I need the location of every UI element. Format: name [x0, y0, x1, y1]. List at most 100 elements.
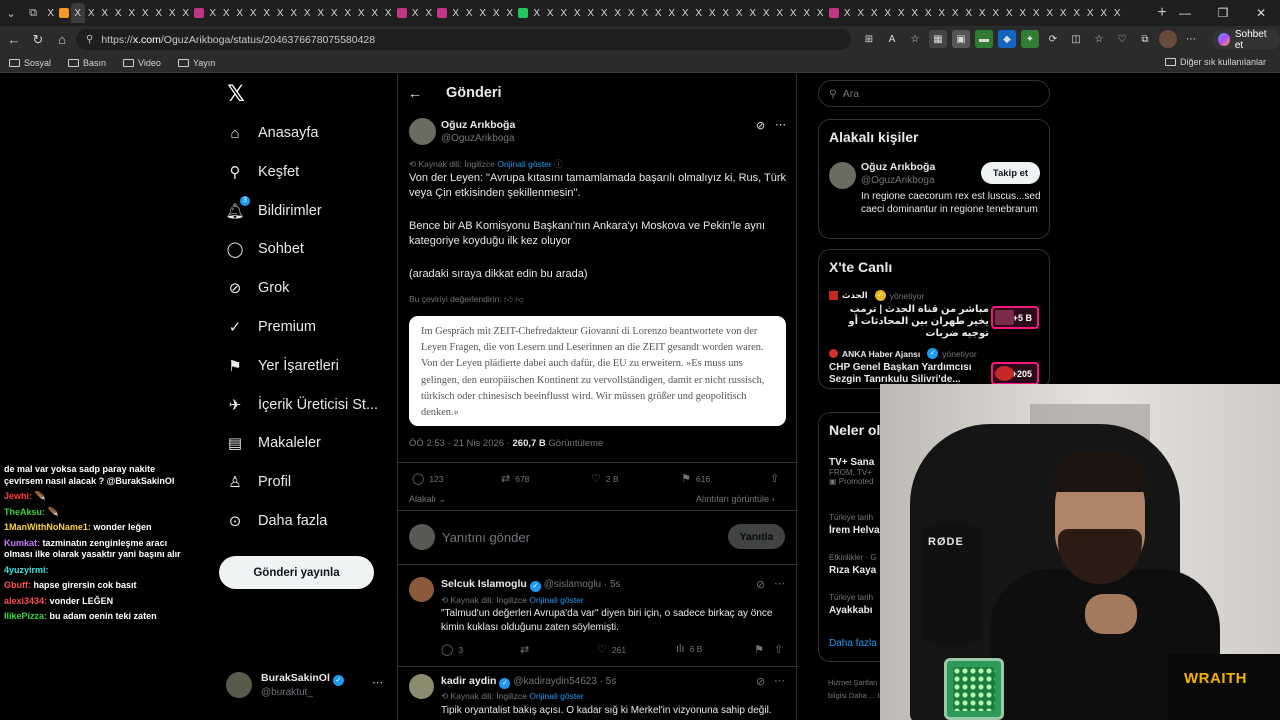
trend-item[interactable]: Türkiye tarih İrem Helva [829, 513, 880, 536]
show-original-link[interactable]: Orijinali göster [529, 691, 583, 701]
views-button[interactable]: ılı 6 B [676, 643, 702, 655]
browser-tab[interactable]: X [611, 3, 625, 23]
browser-tab[interactable]: X [409, 3, 423, 23]
browser-tab[interactable]: X [85, 3, 99, 23]
post-button[interactable]: Gönderi yayınla [219, 556, 374, 589]
browser-tab[interactable]: X [1097, 3, 1111, 23]
trend-item[interactable]: TV+ Sana FROM, TV+ ▣ Promoted [829, 457, 874, 486]
grok-icon[interactable]: ⊘ [756, 578, 765, 591]
browser-tab[interactable]: X [1030, 3, 1044, 23]
reply-author-name[interactable]: kadir aydin [441, 675, 496, 687]
app-available-icon[interactable]: ⊞ [860, 30, 878, 48]
nav-item[interactable]: 🔔︎ 3 Bildirimler [225, 195, 322, 225]
reply-avatar[interactable] [409, 674, 434, 699]
browser-tab[interactable]: X [125, 3, 139, 23]
grok-icon[interactable]: ⊘ [756, 675, 765, 688]
browser-tab[interactable]: X [260, 3, 274, 23]
author-avatar[interactable] [409, 118, 436, 145]
info-icon[interactable]: ⓘ [554, 159, 563, 169]
browser-tab[interactable]: X [44, 3, 58, 23]
nav-item[interactable]: ⊙ Daha fazla [226, 507, 328, 535]
trend-item[interactable]: Türkiye tarih Ayakkabı [829, 593, 873, 616]
browser-tab[interactable]: X [274, 3, 288, 23]
favorite-star-icon[interactable]: ☆ [906, 30, 924, 48]
browser-tab[interactable]: X [355, 3, 369, 23]
browser-tab[interactable]: X [166, 3, 180, 23]
bookmark-folder[interactable]: Yayın [177, 58, 215, 68]
view-quotes-link[interactable]: Alıntıları görüntüle › [696, 494, 775, 504]
restore-button[interactable]: ❐ [1204, 0, 1242, 26]
browser-tab[interactable]: X [962, 3, 976, 23]
browser-tab[interactable]: X [368, 3, 382, 23]
browser-tab[interactable]: X [719, 3, 733, 23]
browser-tab[interactable]: X [544, 3, 558, 23]
reply-button[interactable]: ◯ 123 [412, 472, 444, 485]
trend-item[interactable]: Etkinlikler · G Rıza Kaya [829, 553, 877, 576]
browser-tab[interactable]: X [638, 3, 652, 23]
browser-tab[interactable]: X [179, 3, 193, 23]
grok-icon[interactable]: ⊘ [756, 119, 765, 132]
browser-tab[interactable]: X [746, 3, 760, 23]
bookmark-folder[interactable]: Video [123, 58, 161, 68]
refresh-icon[interactable]: ↻ [26, 28, 50, 52]
browser-tab[interactable]: X [233, 3, 247, 23]
browser-tab[interactable]: X [71, 3, 85, 23]
browser-tab[interactable]: X [301, 3, 315, 23]
author-handle[interactable]: @OguzArikboga [441, 133, 515, 144]
close-window-button[interactable]: ✕ [1242, 0, 1280, 26]
more-horizontal-icon[interactable]: ⋯ [774, 577, 785, 590]
collections-icon[interactable]: ⧉ [1136, 30, 1154, 48]
reply-author-name[interactable]: Selcuk Islamoglu [441, 578, 527, 590]
browser-tab[interactable]: X [314, 3, 328, 23]
browser-tab[interactable] [58, 3, 72, 23]
share-button[interactable]: ⇧ [770, 472, 779, 485]
extension-icon[interactable]: ✦ [1021, 30, 1039, 48]
related-handle[interactable]: @OguzArikboga [861, 175, 935, 186]
browser-tab[interactable]: X [1003, 3, 1017, 23]
browser-tab[interactable]: X [1057, 3, 1071, 23]
browser-tab[interactable] [193, 3, 207, 23]
browser-tab[interactable]: X [503, 3, 517, 23]
browser-tab[interactable]: X [773, 3, 787, 23]
show-original-link[interactable]: Orijinali göster [497, 159, 551, 169]
show-original-link[interactable]: Orijinali göster [529, 595, 583, 605]
nav-item[interactable]: ⚲ Keşfet [226, 158, 300, 186]
browser-tab[interactable]: X [881, 3, 895, 23]
avatar[interactable] [829, 162, 856, 189]
extension-icon[interactable]: ◆ [998, 30, 1016, 48]
author-name[interactable]: Oğuz Arıkboğa [441, 119, 515, 131]
browser-tab[interactable]: X [1070, 3, 1084, 23]
live-item[interactable]: الحدث ✓ yönetiyor مباشر من قناة الحدث | تر… [829, 290, 1039, 340]
browser-tab[interactable]: X [206, 3, 220, 23]
read-aloud-icon[interactable]: A [883, 30, 901, 48]
more-horizontal-icon[interactable]: ⋯ [775, 118, 786, 131]
browser-tab[interactable]: X [625, 3, 639, 23]
reply-submit-button[interactable]: Yanıtla [728, 524, 785, 549]
browser-tab[interactable]: X [895, 3, 909, 23]
extension-icon[interactable]: ▬ [975, 30, 993, 48]
browser-tab[interactable]: X [341, 3, 355, 23]
extension-icon[interactable]: ▣ [952, 30, 970, 48]
browser-tab[interactable]: X [922, 3, 936, 23]
browser-tab[interactable]: X [463, 3, 477, 23]
browser-tab[interactable]: X [449, 3, 463, 23]
browser-tab[interactable]: X [476, 3, 490, 23]
browser-tab[interactable]: X [760, 3, 774, 23]
follow-button[interactable]: Takip et [981, 162, 1040, 184]
browser-tab[interactable]: X [1016, 3, 1030, 23]
browser-tab[interactable]: X [98, 3, 112, 23]
browser-tab[interactable]: X [665, 3, 679, 23]
live-item[interactable]: ANKA Haber Ajansı ✓ yönetiyor CHP Genel Ba… [829, 348, 1039, 388]
nav-item[interactable]: ✓ Premium [226, 313, 316, 341]
browser-tab[interactable] [395, 3, 409, 23]
copilot-button[interactable]: Sohbet et [1212, 29, 1280, 51]
browser-tab[interactable]: X [584, 3, 598, 23]
browser-tab[interactable]: X [692, 3, 706, 23]
related-name[interactable]: Oğuz Arıkboğa [861, 161, 935, 173]
browser-tab[interactable]: X [800, 3, 814, 23]
more-horizontal-icon[interactable]: ⋯ [774, 674, 785, 687]
show-more-link[interactable]: Daha fazla [829, 638, 877, 649]
browser-tab[interactable]: X [598, 3, 612, 23]
minimize-button[interactable]: — [1166, 0, 1204, 26]
repost-button[interactable]: ⇄ [520, 643, 529, 656]
